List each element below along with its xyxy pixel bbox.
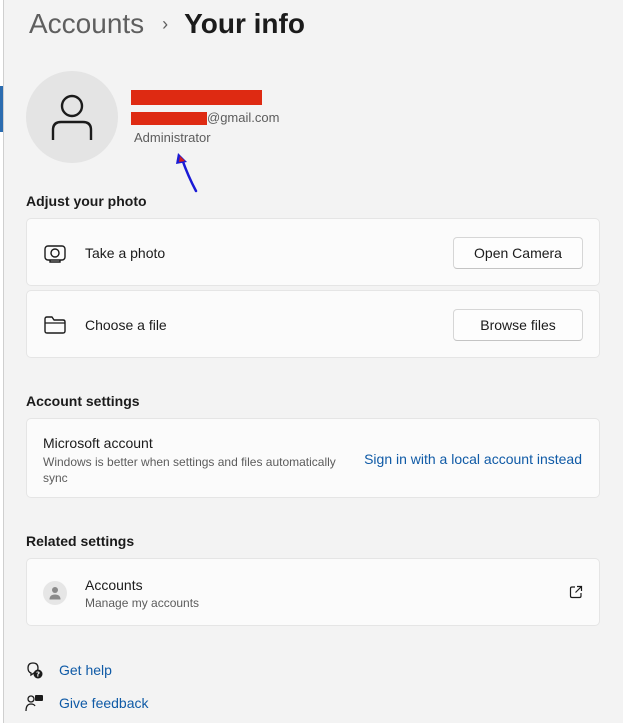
accounts-subtitle: Manage my accounts — [85, 596, 200, 610]
annotation-arrow-icon — [176, 153, 198, 193]
redacted-email-bar — [131, 112, 207, 125]
give-feedback-row: Give feedback — [24, 693, 149, 713]
redacted-name-bar — [131, 90, 262, 105]
page-title: Your info — [184, 8, 305, 39]
section-title-adjust-photo: Adjust your photo — [26, 193, 147, 209]
give-feedback-link[interactable]: Give feedback — [59, 695, 149, 711]
folder-icon — [43, 316, 67, 334]
person-icon — [51, 94, 93, 140]
get-help-row: ? Get help — [24, 660, 112, 680]
account-role: Administrator — [134, 130, 211, 145]
feedback-icon — [24, 693, 44, 713]
breadcrumb-chevron-icon: › — [162, 13, 169, 34]
avatar — [26, 71, 118, 163]
accounts-title: Accounts — [85, 577, 143, 593]
help-chat-icon: ? — [24, 660, 44, 680]
nav-selection-indicator — [0, 86, 3, 132]
take-photo-card: Take a photo Open Camera — [26, 218, 600, 286]
sign-in-local-account-link[interactable]: Sign in with a local account instead — [364, 451, 582, 467]
email-domain: @gmail.com — [207, 110, 280, 125]
breadcrumb-parent[interactable]: Accounts — [29, 8, 144, 40]
breadcrumb: Accounts › Your info — [29, 4, 305, 44]
open-camera-button[interactable]: Open Camera — [453, 237, 583, 269]
get-help-link[interactable]: Get help — [59, 662, 112, 678]
person-icon — [43, 581, 67, 605]
open-external-icon[interactable] — [569, 585, 583, 604]
svg-text:?: ? — [36, 671, 40, 679]
choose-file-label: Choose a file — [85, 317, 167, 333]
section-title-related-settings: Related settings — [26, 533, 135, 549]
microsoft-account-title: Microsoft account — [43, 435, 153, 451]
section-title-account-settings: Account settings — [26, 393, 140, 409]
browse-files-button[interactable]: Browse files — [453, 309, 583, 341]
accounts-card[interactable]: Accounts Manage my accounts — [26, 558, 600, 626]
microsoft-account-description: Windows is better when settings and file… — [43, 455, 336, 485]
microsoft-account-card: Microsoft account Windows is better when… — [26, 418, 600, 498]
camera-icon — [43, 243, 67, 263]
window-left-edge — [0, 0, 4, 723]
choose-file-card: Choose a file Browse files — [26, 290, 600, 358]
take-photo-label: Take a photo — [85, 245, 166, 261]
